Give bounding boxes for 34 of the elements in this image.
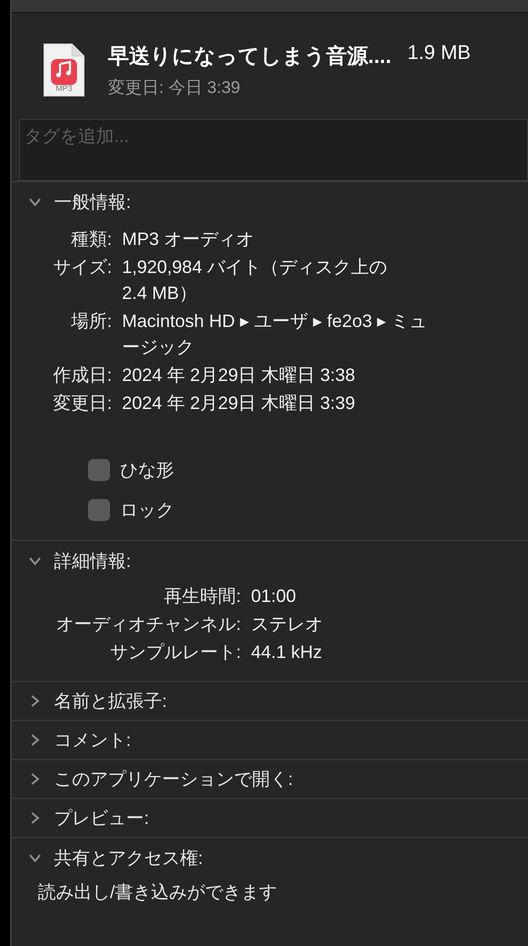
- info-label: 場所:: [70, 310, 112, 333]
- info-label: サンプルレート:: [108, 641, 241, 664]
- section-header[interactable]: 共有とアクセス権:: [12, 838, 528, 878]
- info-value: 2024 年 2月29日 木曜日 3:39: [122, 392, 356, 415]
- section-header[interactable]: プレビュー:: [12, 799, 528, 837]
- info-label: サイズ:: [52, 256, 112, 279]
- tags-field[interactable]: タグを追加...: [19, 119, 528, 181]
- info-label: 変更日:: [52, 392, 112, 415]
- info-value: 2024 年 2月29日 木曜日 3:38: [122, 364, 356, 387]
- checkbox[interactable]: ひな形: [88, 458, 174, 482]
- info-value: MP3 オーディオ: [122, 228, 256, 251]
- permission-text: 読み出し/書き込みができます: [38, 881, 278, 904]
- section-header[interactable]: コメント:: [12, 721, 528, 759]
- file-type-label: MP3: [54, 84, 74, 93]
- modified-date: 変更日: 今日 3:39: [108, 76, 242, 98]
- info-label: オーディオチャンネル:: [54, 613, 241, 636]
- info-value: Macintosh HD ▸ ユーザ ▸ fe2o3 ▸ ミュ: [122, 310, 428, 333]
- section-header[interactable]: このアプリケーションで開く:: [12, 760, 528, 798]
- file-name: 早送りになってしまう音源....: [108, 44, 392, 70]
- info-value: 1,920,984 バイト（ディスク上の: [122, 256, 388, 279]
- section-header[interactable]: 詳細情報:: [12, 541, 528, 581]
- music-file-icon: [42, 42, 86, 98]
- info-label: 再生時間:: [162, 585, 241, 608]
- info-value: 44.1 kHz: [251, 641, 324, 664]
- info-value: ージック: [122, 336, 195, 359]
- file-size: 1.9 MB: [407, 42, 471, 66]
- info-label: 作成日:: [52, 364, 112, 387]
- info-value: 2.4 MB）: [122, 282, 198, 305]
- section-header[interactable]: 一般情報:: [12, 182, 528, 222]
- info-label: 種類:: [70, 228, 112, 251]
- info-value: ステレオ: [251, 613, 324, 636]
- checkbox[interactable]: ロック: [88, 498, 174, 522]
- info-value: 01:00: [251, 585, 298, 608]
- section-header[interactable]: 名前と拡張子:: [12, 682, 528, 720]
